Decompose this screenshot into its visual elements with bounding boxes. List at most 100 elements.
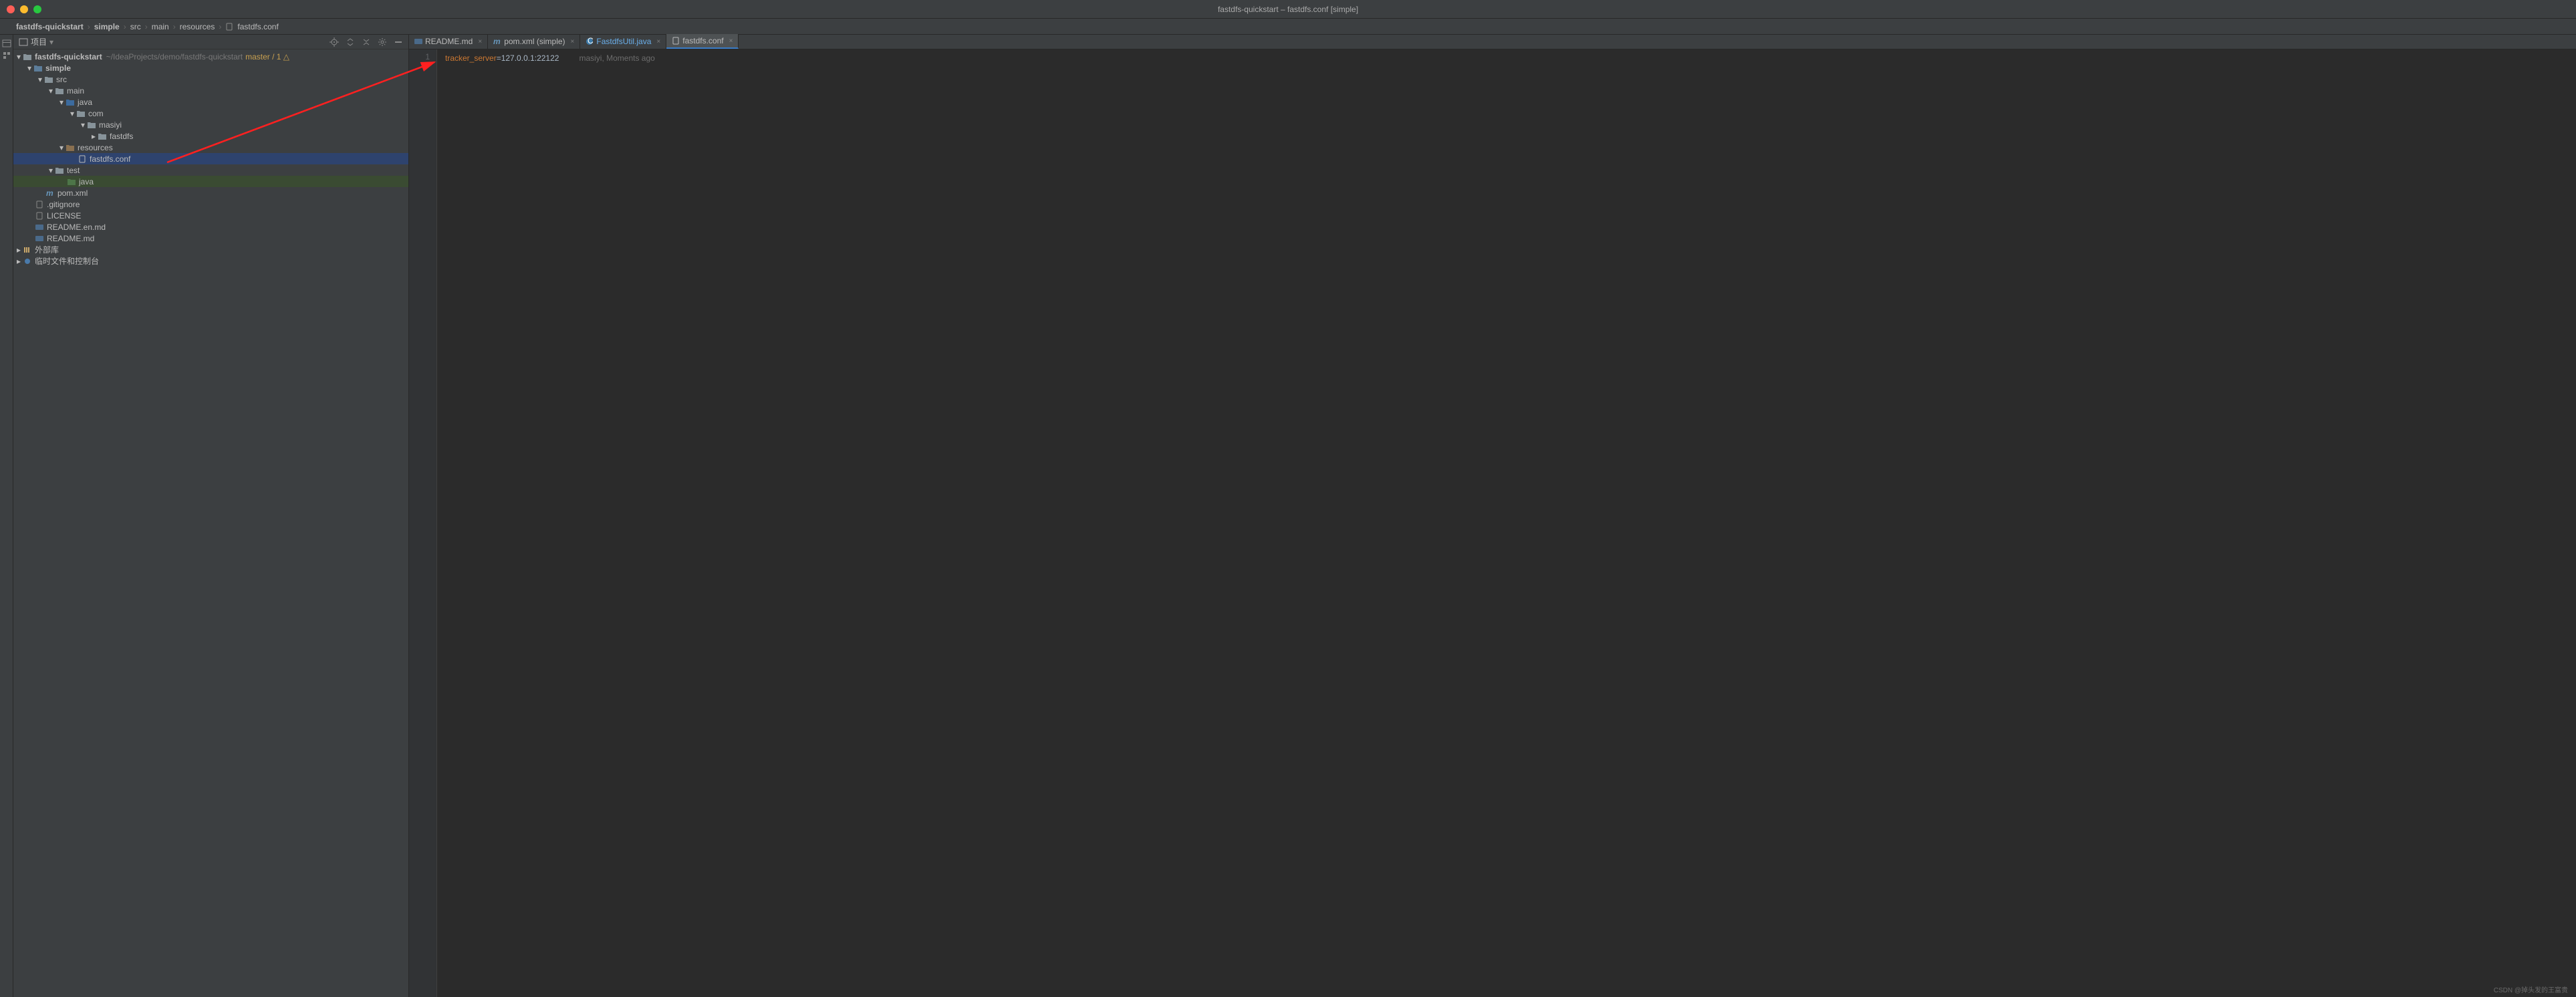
crumb-file[interactable]: fastdfs.conf — [237, 22, 278, 31]
tree-java[interactable]: ▾ java — [13, 96, 408, 108]
minimize-button[interactable] — [20, 5, 28, 13]
module-icon — [33, 64, 43, 72]
package-icon — [76, 110, 86, 118]
project-view-icon — [19, 37, 28, 47]
tree-label: README.md — [47, 234, 94, 243]
tab-pom[interactable]: m pom.xml (simple) × — [488, 34, 580, 49]
tree-test-java[interactable]: java — [13, 176, 408, 187]
tab-label: FastdfsUtil.java — [596, 37, 651, 46]
maven-icon: m — [493, 37, 501, 45]
close-button[interactable] — [7, 5, 15, 13]
tree-label: 外部库 — [35, 244, 59, 255]
tree-label: masiyi — [99, 120, 122, 130]
chevron-down-icon[interactable]: ▾ — [70, 111, 75, 116]
close-icon[interactable]: × — [656, 38, 660, 45]
chevron-right-icon[interactable]: ▸ — [91, 134, 96, 139]
tree-label: main — [67, 86, 84, 96]
tree-license[interactable]: LICENSE — [13, 210, 408, 221]
tree-masiyi[interactable]: ▾ masiyi — [13, 119, 408, 130]
file-icon — [35, 212, 44, 220]
package-icon — [98, 132, 107, 140]
expand-all-icon[interactable] — [346, 37, 355, 47]
line-numbers: 1 — [409, 49, 437, 997]
tree-readme[interactable]: README.md — [13, 233, 408, 244]
tree-com[interactable]: ▾ com — [13, 108, 408, 119]
crumb-main[interactable]: main — [152, 22, 169, 31]
markdown-icon — [414, 37, 422, 45]
tree-label: 临时文件和控制台 — [35, 255, 99, 267]
tree-pom[interactable]: m pom.xml — [13, 187, 408, 198]
chevron-down-icon[interactable]: ▾ — [37, 77, 43, 82]
tree-external-libs[interactable]: ▸ 外部库 — [13, 244, 408, 255]
folder-icon — [23, 53, 32, 61]
file-icon — [225, 23, 233, 31]
tree-fastdfs[interactable]: ▸ fastdfs — [13, 130, 408, 142]
package-icon — [87, 121, 96, 129]
chevron-right-icon[interactable]: ▸ — [16, 247, 21, 253]
chevron-down-icon[interactable]: ▾ — [48, 168, 53, 173]
tree-label: test — [67, 166, 80, 175]
markdown-icon — [35, 223, 44, 231]
tree-label: fastdfs — [110, 132, 133, 141]
chevron-right-icon: › — [124, 22, 126, 31]
hide-icon[interactable] — [394, 37, 403, 47]
code-eq: = — [497, 53, 501, 63]
dropdown-icon[interactable]: ▾ — [49, 37, 53, 47]
tree-resources[interactable]: ▾ resources — [13, 142, 408, 153]
tree-src[interactable]: ▾ src — [13, 74, 408, 85]
locate-icon[interactable] — [330, 37, 339, 47]
structure-tool-icon[interactable] — [2, 51, 11, 60]
tree-label: src — [56, 75, 67, 84]
window-controls — [7, 5, 41, 13]
code-value: 127.0.0.1:22122 — [501, 53, 559, 63]
tab-label: fastdfs.conf — [682, 36, 723, 45]
chevron-down-icon[interactable]: ▾ — [80, 122, 86, 128]
file-icon — [672, 37, 680, 45]
project-tree[interactable]: ▾ fastdfs-quickstart ~/IdeaProjects/demo… — [13, 49, 408, 997]
code-editor[interactable]: 1 tracker_server=127.0.0.1:22122masiyi, … — [409, 49, 2576, 997]
folder-icon — [55, 166, 64, 174]
chevron-right-icon[interactable]: ▸ — [16, 259, 21, 264]
project-tool-icon[interactable] — [2, 39, 11, 48]
tree-readme-en[interactable]: README.en.md — [13, 221, 408, 233]
tree-root[interactable]: ▾ fastdfs-quickstart ~/IdeaProjects/demo… — [13, 51, 408, 62]
chevron-down-icon[interactable]: ▾ — [16, 54, 21, 59]
window-title: fastdfs-quickstart – fastdfs.conf [simpl… — [1218, 5, 1358, 14]
chevron-down-icon[interactable]: ▾ — [27, 65, 32, 71]
svg-text:m: m — [493, 37, 501, 45]
chevron-down-icon[interactable]: ▾ — [59, 100, 64, 105]
crumb-resources[interactable]: resources — [180, 22, 215, 31]
tree-scratches[interactable]: ▸ 临时文件和控制台 — [13, 255, 408, 267]
tree-module[interactable]: ▾ simple — [13, 62, 408, 74]
chevron-right-icon: › — [219, 22, 221, 31]
svg-text:m: m — [46, 189, 53, 197]
close-icon[interactable]: × — [729, 37, 733, 45]
tree-label: java — [78, 98, 92, 107]
crumb-module[interactable]: simple — [94, 22, 120, 31]
tree-fastdfs-conf[interactable]: fastdfs.conf — [13, 153, 408, 164]
svg-text:C: C — [588, 37, 594, 45]
tree-label: fastdfs.conf — [90, 154, 130, 164]
tree-gitignore[interactable]: .gitignore — [13, 198, 408, 210]
panel-title-label[interactable]: 项目 — [31, 36, 47, 47]
tab-readme[interactable]: README.md × — [409, 34, 488, 49]
crumb-src[interactable]: src — [130, 22, 141, 31]
tree-main[interactable]: ▾ main — [13, 85, 408, 96]
titlebar: fastdfs-quickstart – fastdfs.conf [simpl… — [0, 0, 2576, 19]
chevron-down-icon[interactable]: ▾ — [59, 145, 64, 150]
resources-folder-icon — [66, 144, 75, 152]
crumb-project[interactable]: fastdfs-quickstart — [16, 22, 84, 31]
gear-icon[interactable] — [378, 37, 387, 47]
collapse-all-icon[interactable] — [362, 37, 371, 47]
close-icon[interactable]: × — [478, 38, 482, 45]
tab-java[interactable]: C FastdfsUtil.java × — [580, 34, 666, 49]
chevron-down-icon[interactable]: ▾ — [48, 88, 53, 94]
tab-conf[interactable]: fastdfs.conf × — [666, 34, 739, 49]
tool-stripe — [0, 35, 13, 997]
maximize-button[interactable] — [33, 5, 41, 13]
tree-test[interactable]: ▾ test — [13, 164, 408, 176]
close-icon[interactable]: × — [571, 38, 575, 45]
tab-label: pom.xml (simple) — [504, 37, 565, 46]
java-class-icon: C — [586, 37, 594, 45]
file-icon — [35, 200, 44, 208]
